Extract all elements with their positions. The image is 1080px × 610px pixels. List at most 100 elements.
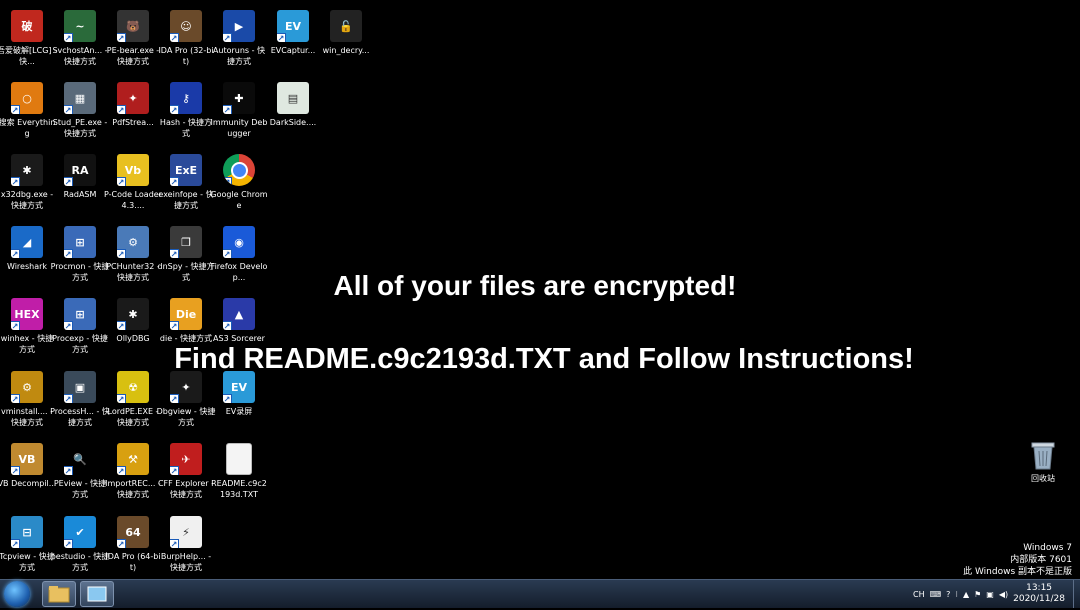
desktop-icon-label: 吾爱破解[LCG] - 快... xyxy=(0,46,57,66)
recycle-bin[interactable]: 回收站 xyxy=(1016,432,1070,502)
chrome-center xyxy=(230,161,248,179)
keyboard-icon[interactable]: ⌨ xyxy=(930,590,942,599)
desktop-icon[interactable]: ▶ ↗ Autoruns - 快捷方式 xyxy=(212,4,266,74)
shortcut-arrow-icon: ↗ xyxy=(117,466,126,475)
desktop-icon[interactable]: ExE ↗ exeinfope - 快捷方式 xyxy=(158,148,214,218)
shortcut-arrow-icon: ↗ xyxy=(11,539,20,548)
ime-settings-icon[interactable]: ⁝ xyxy=(955,590,958,599)
desktop-icon[interactable]: RA ↗ RadASM xyxy=(53,148,107,218)
desktop-icon-label: PEview - 快捷方式 xyxy=(53,479,107,499)
desktop-icon[interactable]: ~ ↗ SvchostAn... - 快捷方式 xyxy=(52,4,108,74)
exeinfope-icon: ExE ↗ xyxy=(170,154,202,186)
desktop-icon[interactable]: ⚷ ↗ Hash - 快捷方式 xyxy=(159,76,213,146)
desktop-icon[interactable]: EV ↗ EVCaptur... xyxy=(266,4,320,74)
watermark-build: 内部版本 7601 xyxy=(1010,555,1072,565)
radasm-icon: RA ↗ xyxy=(64,154,96,186)
shortcut-arrow-icon: ↗ xyxy=(64,177,73,186)
desktop-icon-label: RadASM xyxy=(63,190,97,199)
ida-pro-64-icon: 64 ↗ xyxy=(117,516,149,548)
desktop-icon[interactable]: ▦ ↗ Stud_PE.exe - 快捷方式 xyxy=(53,76,107,146)
desktop-icon-label: P-Code Loader4.3.... xyxy=(104,190,162,210)
desktop-icon[interactable]: 🔍 ↗ PEview - 快捷方式 xyxy=(53,437,107,507)
peview-magnifier-icon: 🔍 ↗ xyxy=(64,443,96,475)
burphelper-file-icon: ⚡ ↗ xyxy=(170,516,202,548)
winhex-icon: HEX ↗ xyxy=(11,298,43,330)
everything-search-icon: ○ ↗ xyxy=(11,82,43,114)
windows-start-orb-icon[interactable] xyxy=(4,581,30,607)
show-hidden-icons-icon[interactable]: ▲ xyxy=(963,590,969,599)
desktop-icon-label: EV录屏 xyxy=(225,407,253,416)
procmon-icon: ⊞ ↗ xyxy=(64,226,96,258)
desktop-icon-label: pestudio - 快捷方式 xyxy=(50,552,110,572)
shortcut-arrow-icon: ↗ xyxy=(117,394,126,403)
wireshark-icon: ◢ ↗ xyxy=(11,226,43,258)
ransom-instructions: Find README.c9c2193d.TXT and Follow Inst… xyxy=(174,343,914,375)
ollydbg-bug-icon: ✱ ↗ xyxy=(117,298,149,330)
shortcut-arrow-icon: ↗ xyxy=(117,105,126,114)
desktop-icon-label: SvchostAn... - 快捷方式 xyxy=(52,46,108,66)
desktop-icon[interactable]: README.c9c2193d.TXT xyxy=(211,437,267,507)
clock-time: 13:15 xyxy=(1026,583,1053,593)
clock-date: 2020/11/28 xyxy=(1013,594,1065,604)
desktop-icon-label: BurpHelp... - 快捷方式 xyxy=(160,552,212,572)
desktop-icon[interactable]: ⊟ ↗ Tcpview - 快捷方式 xyxy=(0,510,55,580)
vb-pcode-icon: Vb ↗ xyxy=(117,154,149,186)
desktop-icon[interactable]: 破吾爱破解[LCG] - 快... xyxy=(0,4,57,74)
desktop-icon-label: Stud_PE.exe - 快捷方式 xyxy=(52,118,108,138)
desktop-icon[interactable]: ↗ Google Chrome xyxy=(210,148,268,218)
shortcut-arrow-icon: ↗ xyxy=(223,105,232,114)
shortcut-arrow-icon: ↗ xyxy=(117,249,126,258)
network-icon[interactable]: ▣ xyxy=(986,590,994,599)
desktop-icon[interactable]: ○ ↗ 搜索 Everything xyxy=(0,76,55,146)
volume-icon[interactable]: ◀) xyxy=(999,590,1008,599)
shortcut-arrow-icon: ↗ xyxy=(170,539,179,548)
desktop-icon[interactable]: Vb ↗ P-Code Loader4.3.... xyxy=(104,148,162,218)
desktop-icon-label: Autoruns - 快捷方式 xyxy=(212,46,266,66)
desktop-icon[interactable]: 🔓 win_decry... xyxy=(319,4,373,74)
desktop-icon-label: IDA Pro (32-bit) xyxy=(158,46,214,66)
desktop-icon[interactable]: 🐻 ↗ PE-bear.exe - 快捷方式 xyxy=(106,4,160,74)
windows-watermark: Windows 7 内部版本 7601 此 Windows 副本不是正版 xyxy=(963,542,1072,578)
desktop-icon[interactable]: ✦ ↗ PdfStrea... xyxy=(106,76,160,146)
text-file-icon xyxy=(226,443,252,475)
immunity-debugger-icon: ✚ ↗ xyxy=(223,82,255,114)
desktop-icon[interactable]: 64 ↗ IDA Pro (64-bit) xyxy=(105,510,161,580)
window-switcher-icon[interactable] xyxy=(80,581,114,607)
shortcut-arrow-icon: ↗ xyxy=(170,321,179,330)
desktop-icon-label: x32dbg.exe - 快捷方式 xyxy=(0,190,54,210)
desktop-icon-label: exeinfope - 快捷方式 xyxy=(158,190,214,210)
desktop-icon[interactable]: ✱ ↗ x32dbg.exe - 快捷方式 xyxy=(0,148,54,218)
shortcut-arrow-icon: ↗ xyxy=(223,33,232,42)
recycle-bin-icon xyxy=(1027,438,1059,470)
desktop-icon[interactable]: ⚡ ↗ BurpHelp... - 快捷方式 xyxy=(159,510,213,580)
desktop-icon[interactable]: ☺ ↗ IDA Pro (32-bit) xyxy=(158,4,214,74)
image-file-icon: ▤ xyxy=(277,82,309,114)
shortcut-arrow-icon: ↗ xyxy=(64,466,73,475)
desktop-icon-label: Hash - 快捷方式 xyxy=(159,118,213,138)
action-center-flag-icon[interactable]: ⚑ xyxy=(974,590,981,599)
autoruns-icon: ▶ ↗ xyxy=(223,10,255,42)
desktop-icon-label: ProcessH... - 快捷方式 xyxy=(50,407,110,427)
shortcut-arrow-icon: ↗ xyxy=(223,321,232,330)
clock[interactable]: 13:15 2020/11/28 xyxy=(1013,583,1065,605)
desktop-icon[interactable]: ▤ DarkSide.... xyxy=(266,76,320,146)
stud-pe-icon: ▦ ↗ xyxy=(64,82,96,114)
desktop-icon[interactable]: ✔ ↗ pestudio - 快捷方式 xyxy=(50,510,110,580)
vb-decompiler-icon: VB ↗ xyxy=(11,443,43,475)
desktop-icon-label: CFF Explorer - 快捷方式 xyxy=(157,479,215,499)
language-indicator[interactable]: CH xyxy=(913,590,925,599)
help-icon[interactable]: ? xyxy=(946,590,950,599)
desktop-icon[interactable]: VB ↗ VB Decompil... xyxy=(0,437,56,507)
desktop-icon-label: README.c9c2193d.TXT xyxy=(211,479,267,499)
desktop-icon-label: win_decry... xyxy=(322,46,370,55)
desktop-icon[interactable]: ✚ ↗ Immunity Debugger xyxy=(211,76,267,146)
desktop-icon[interactable]: ✈ ↗ CFF Explorer - 快捷方式 xyxy=(157,437,215,507)
shortcut-arrow-icon: ↗ xyxy=(170,249,179,258)
lcg-icon: 破 xyxy=(11,10,43,42)
shortcut-arrow-icon: ↗ xyxy=(11,249,20,258)
shortcut-arrow-icon: ↗ xyxy=(11,321,20,330)
as3-sorcerer-icon: ▲ ↗ xyxy=(223,298,255,330)
show-desktop-button[interactable] xyxy=(1073,580,1080,608)
file-explorer-icon[interactable] xyxy=(42,581,76,607)
desktop-icon[interactable]: ⚒ ↗ ImportREC... - 快捷方式 xyxy=(105,437,161,507)
